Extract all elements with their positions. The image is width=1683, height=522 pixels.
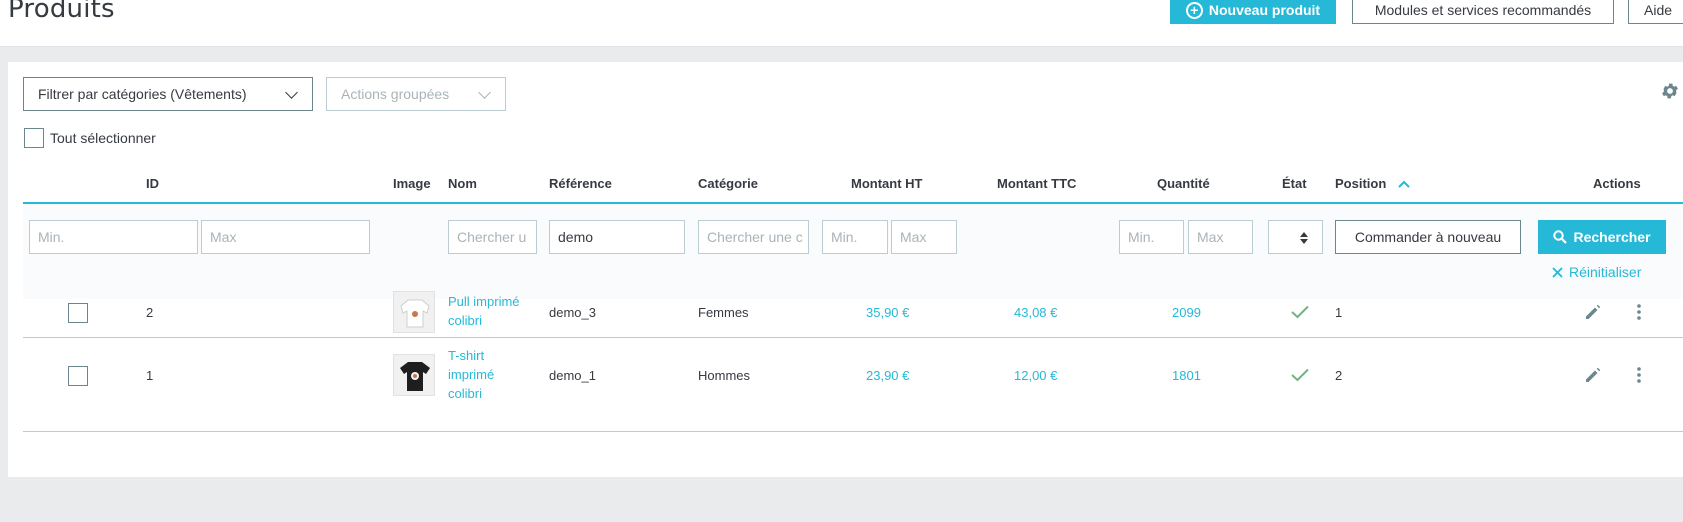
- row-checkbox[interactable]: [68, 303, 88, 323]
- product-category: Hommes: [698, 368, 751, 383]
- product-quantity[interactable]: 2099: [1172, 305, 1201, 320]
- reorder-button[interactable]: Commander à nouveau: [1335, 220, 1521, 254]
- column-header-quantity[interactable]: Quantité: [1157, 176, 1210, 191]
- column-header-price-ht[interactable]: Montant HT: [851, 176, 922, 191]
- select-all[interactable]: Tout sélectionner: [24, 128, 156, 148]
- page-title: Produits: [8, 0, 115, 24]
- chevron-down-icon: [478, 86, 491, 99]
- check-icon[interactable]: [1291, 305, 1309, 319]
- select-all-label: Tout sélectionner: [50, 130, 156, 146]
- help-button[interactable]: Aide: [1628, 0, 1683, 24]
- id-min-input[interactable]: [29, 220, 198, 254]
- product-name-line: colibri: [448, 313, 482, 328]
- column-header-reference[interactable]: Référence: [549, 176, 612, 191]
- column-header-id[interactable]: ID: [146, 176, 159, 191]
- bulk-actions-dropdown[interactable]: Actions groupées: [326, 77, 506, 111]
- column-header-position[interactable]: Position: [1335, 176, 1410, 191]
- position-header-label: Position: [1335, 176, 1387, 191]
- reference-search-input[interactable]: [549, 220, 685, 254]
- state-select[interactable]: [1268, 220, 1323, 254]
- more-vertical-icon[interactable]: [1629, 302, 1649, 322]
- product-position: 1: [1335, 305, 1343, 320]
- product-quantity[interactable]: 1801: [1172, 368, 1201, 383]
- search-label: Rechercher: [1573, 229, 1651, 245]
- recommended-modules-button[interactable]: Modules et services recommandés: [1352, 0, 1614, 24]
- search-button[interactable]: Rechercher: [1538, 220, 1666, 254]
- product-thumbnail[interactable]: [393, 354, 435, 396]
- product-id: 1: [146, 368, 154, 383]
- quantity-max-input[interactable]: [1188, 220, 1253, 254]
- column-header-state[interactable]: État: [1282, 176, 1307, 191]
- product-position: 2: [1335, 368, 1343, 383]
- product-price-ttc[interactable]: 12,00 €: [1014, 368, 1057, 383]
- column-header-category[interactable]: Catégorie: [698, 176, 758, 191]
- product-name-link[interactable]: Pull imprimé colibri: [448, 292, 520, 330]
- id-max-input[interactable]: [201, 220, 370, 254]
- check-icon[interactable]: [1291, 368, 1309, 382]
- row-divider: [23, 431, 1683, 432]
- category-filter-dropdown[interactable]: Filtrer par catégories (Vêtements): [23, 77, 313, 111]
- search-icon: [1553, 230, 1568, 244]
- bulk-actions-label: Actions groupées: [341, 86, 450, 102]
- category-search-input[interactable]: [698, 220, 809, 254]
- products-card: Filtrer par catégories (Vêtements) Actio…: [8, 62, 1683, 477]
- column-header-actions: Actions: [1593, 176, 1641, 191]
- more-vertical-icon[interactable]: [1629, 365, 1649, 385]
- edit-pencil-icon[interactable]: [1583, 302, 1603, 322]
- product-price-ht[interactable]: 23,90 €: [866, 368, 909, 383]
- product-reference: demo_3: [549, 305, 596, 320]
- plus-circle-icon: +: [1185, 1, 1203, 19]
- column-header-price-ttc[interactable]: Montant TTC: [997, 176, 1076, 191]
- product-category: Femmes: [698, 305, 749, 320]
- edit-pencil-icon[interactable]: [1583, 365, 1603, 385]
- product-id: 2: [146, 305, 154, 320]
- reset-filters-link[interactable]: Réinitialiser: [1552, 264, 1641, 280]
- name-search-input[interactable]: [448, 220, 537, 254]
- product-thumbnail[interactable]: [393, 291, 435, 333]
- category-filter-label: Filtrer par catégories (Vêtements): [38, 86, 247, 102]
- gear-icon[interactable]: [1660, 81, 1680, 101]
- product-price-ttc[interactable]: 43,08 €: [1014, 305, 1057, 320]
- product-price-ht[interactable]: 35,90 €: [866, 305, 909, 320]
- row-checkbox[interactable]: [68, 366, 88, 386]
- sort-ascending-icon[interactable]: [1398, 180, 1410, 188]
- product-name-link[interactable]: T-shirt imprimé colibri: [448, 346, 494, 403]
- product-name-line: Pull imprimé: [448, 294, 520, 309]
- price-min-input[interactable]: [822, 220, 888, 254]
- new-product-label: Nouveau produit: [1208, 2, 1321, 18]
- product-name-line: colibri: [448, 386, 482, 401]
- sort-updown-icon: [1300, 232, 1308, 244]
- tshirt-image: [394, 355, 434, 395]
- row-divider: [23, 337, 1683, 338]
- chevron-down-icon: [285, 86, 298, 99]
- new-product-button[interactable]: + Nouveau produit: [1170, 0, 1336, 24]
- select-all-checkbox[interactable]: [24, 128, 44, 148]
- page-header: Produits + Nouveau produit Modules et se…: [0, 0, 1683, 47]
- product-name-line: T-shirt: [448, 348, 485, 363]
- product-name-line: imprimé: [448, 367, 495, 382]
- product-reference: demo_1: [549, 368, 596, 383]
- reset-label: Réinitialiser: [1569, 264, 1642, 280]
- close-icon: [1552, 266, 1563, 278]
- column-header-image: Image: [393, 176, 431, 191]
- price-max-input[interactable]: [891, 220, 957, 254]
- quantity-min-input[interactable]: [1119, 220, 1184, 254]
- sweater-image: [394, 292, 434, 332]
- column-header-name[interactable]: Nom: [448, 176, 477, 191]
